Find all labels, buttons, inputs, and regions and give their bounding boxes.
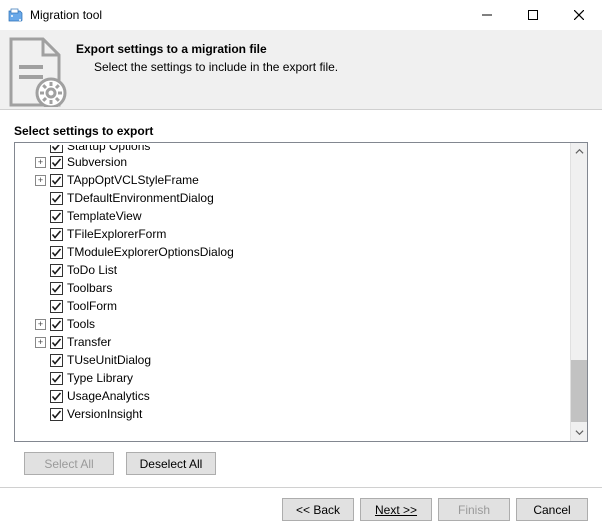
- scroll-down-button[interactable]: [571, 424, 587, 441]
- tree-node[interactable]: Startup Options: [15, 145, 570, 153]
- wizard-header: Export settings to a migration file Sele…: [0, 30, 602, 110]
- checkbox[interactable]: [50, 156, 63, 169]
- tree-node[interactable]: TemplateView: [15, 207, 570, 225]
- tree-node[interactable]: TModuleExplorerOptionsDialog: [15, 243, 570, 261]
- title-bar: Migration tool: [0, 0, 602, 30]
- tree-node-label: Startup Options: [67, 145, 150, 153]
- tree-node[interactable]: VersionInsight: [15, 405, 570, 423]
- tree-node[interactable]: TFileExplorerForm: [15, 225, 570, 243]
- tree-node-label: TUseUnitDialog: [67, 353, 151, 367]
- tree-node[interactable]: Type Library: [15, 369, 570, 387]
- select-all-button[interactable]: Select All: [24, 452, 114, 475]
- settings-tree: Startup Options + Subversion + TAppOptVCLSty…: [14, 142, 588, 442]
- selection-buttons: Select All Deselect All: [0, 442, 602, 483]
- window-title: Migration tool: [30, 8, 102, 22]
- checkbox[interactable]: [50, 145, 63, 153]
- minimize-button[interactable]: [464, 0, 510, 30]
- tree-node[interactable]: ToolForm: [15, 297, 570, 315]
- tree-node[interactable]: + TAppOptVCLStyleFrame: [15, 171, 570, 189]
- expand-icon[interactable]: +: [35, 175, 46, 186]
- expand-placeholder: [35, 193, 46, 204]
- tree-node[interactable]: ToDo List: [15, 261, 570, 279]
- checkbox[interactable]: [50, 264, 63, 277]
- tree-node-label: Type Library: [67, 371, 133, 385]
- expand-placeholder: [35, 301, 46, 312]
- maximize-button[interactable]: [510, 0, 556, 30]
- wizard-nav: << Back Next >> Finish Cancel: [0, 488, 602, 531]
- checkbox[interactable]: [50, 408, 63, 421]
- tree-node-label: Subversion: [67, 155, 127, 169]
- expand-icon[interactable]: +: [35, 337, 46, 348]
- expand-placeholder: [35, 145, 46, 153]
- checkbox[interactable]: [50, 282, 63, 295]
- page-subtitle: Select the settings to include in the ex…: [76, 60, 338, 74]
- expand-placeholder: [35, 265, 46, 276]
- tree-node-label: VersionInsight: [67, 407, 142, 421]
- tree-node-label: TDefaultEnvironmentDialog: [67, 191, 214, 205]
- tree-node-label: TFileExplorerForm: [67, 227, 166, 241]
- tree-node-label: ToDo List: [67, 263, 117, 277]
- checkbox[interactable]: [50, 246, 63, 259]
- back-button[interactable]: << Back: [282, 498, 354, 521]
- expand-placeholder: [35, 409, 46, 420]
- tree-node[interactable]: + Tools: [15, 315, 570, 333]
- checkbox[interactable]: [50, 174, 63, 187]
- expand-icon[interactable]: +: [35, 157, 46, 168]
- tree-node-label: TemplateView: [67, 209, 141, 223]
- checkbox[interactable]: [50, 210, 63, 223]
- expand-placeholder: [35, 391, 46, 402]
- vertical-scrollbar[interactable]: [570, 143, 587, 441]
- tree-node-label: UsageAnalytics: [67, 389, 150, 403]
- scroll-thumb[interactable]: [571, 360, 587, 422]
- scroll-up-button[interactable]: [571, 143, 587, 160]
- tree-node-label: Transfer: [67, 335, 111, 349]
- deselect-all-button[interactable]: Deselect All: [126, 452, 216, 475]
- checkbox[interactable]: [50, 336, 63, 349]
- tree-node[interactable]: Toolbars: [15, 279, 570, 297]
- header-icon: [0, 34, 70, 110]
- expand-placeholder: [35, 229, 46, 240]
- expand-placeholder: [35, 373, 46, 384]
- tree-node[interactable]: + Subversion: [15, 153, 570, 171]
- tree-viewport: Startup Options + Subversion + TAppOptVCLSty…: [15, 143, 570, 441]
- tree-node-label: Toolbars: [67, 281, 112, 295]
- tree-node-label: Tools: [67, 317, 95, 331]
- section-label: Select settings to export: [0, 110, 602, 142]
- scroll-track[interactable]: [571, 160, 587, 424]
- checkbox[interactable]: [50, 228, 63, 241]
- checkbox[interactable]: [50, 192, 63, 205]
- expand-icon[interactable]: +: [35, 319, 46, 330]
- tree-node[interactable]: TDefaultEnvironmentDialog: [15, 189, 570, 207]
- window-controls: [464, 0, 602, 30]
- app-icon: [8, 7, 24, 23]
- expand-placeholder: [35, 355, 46, 366]
- tree-node[interactable]: TUseUnitDialog: [15, 351, 570, 369]
- tree-node-label: TAppOptVCLStyleFrame: [67, 173, 199, 187]
- tree-node-label: TModuleExplorerOptionsDialog: [67, 245, 234, 259]
- tree-node[interactable]: UsageAnalytics: [15, 387, 570, 405]
- finish-button[interactable]: Finish: [438, 498, 510, 521]
- checkbox[interactable]: [50, 372, 63, 385]
- checkbox[interactable]: [50, 300, 63, 313]
- expand-placeholder: [35, 247, 46, 258]
- next-button[interactable]: Next >>: [360, 498, 432, 521]
- expand-placeholder: [35, 283, 46, 294]
- page-title: Export settings to a migration file: [76, 42, 338, 56]
- checkbox[interactable]: [50, 390, 63, 403]
- checkbox[interactable]: [50, 318, 63, 331]
- tree-node-label: ToolForm: [67, 299, 117, 313]
- expand-placeholder: [35, 211, 46, 222]
- cancel-button[interactable]: Cancel: [516, 498, 588, 521]
- checkbox[interactable]: [50, 354, 63, 367]
- tree-node[interactable]: + Transfer: [15, 333, 570, 351]
- close-button[interactable]: [556, 0, 602, 30]
